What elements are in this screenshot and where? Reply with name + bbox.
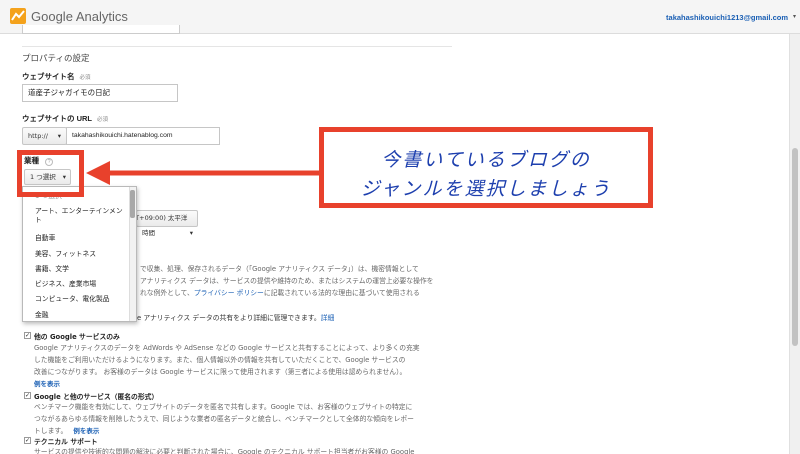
option-description: サービスの提供や技術的な問題の解決に必要と判断された場合に、Google のテク… bbox=[34, 448, 415, 454]
checkbox-tech-support[interactable]: ✓ bbox=[24, 437, 31, 444]
annotation-highlight-box bbox=[17, 150, 84, 197]
dropdown-option[interactable]: 金融 bbox=[35, 311, 127, 320]
option-label[interactable]: 他の Google サービスのみ bbox=[34, 331, 120, 341]
dropdown-option[interactable]: 自動車 bbox=[35, 234, 127, 243]
dropdown-option[interactable]: ビジネス、産業市場 bbox=[35, 280, 127, 289]
learn-more-link[interactable]: 詳細 bbox=[321, 314, 335, 322]
data-sharing-text: で収集、処理、保存されるデータ（「Google アナリティクス データ」）は、機… bbox=[140, 265, 419, 273]
account-name-input[interactable] bbox=[22, 25, 180, 34]
required-tag: 必須 bbox=[79, 75, 91, 81]
dropdown-option[interactable]: 美容、フィットネス bbox=[35, 250, 127, 259]
dropdown-option[interactable]: コンピュータ、電化製品 bbox=[35, 295, 127, 304]
manage-sharing-text-part: e アナリティクス データの共有をより詳細に管理できます。 bbox=[137, 314, 321, 322]
data-sharing-text-part: れな例外として、 bbox=[140, 289, 194, 297]
option-description: した機能をご利用いただけるようになります。また、個人情報以外の情報を共有していた… bbox=[34, 356, 406, 364]
section-divider bbox=[22, 46, 452, 47]
annotation-text: 今書いているブログの bbox=[381, 149, 591, 171]
chevron-down-icon: ▾ bbox=[57, 132, 61, 140]
dropdown-option[interactable]: 書籍、文学 bbox=[35, 265, 127, 274]
data-sharing-text: れな例外として、プライバシー ポリシーに記載されている法的な理由に基づいて使用さ… bbox=[140, 287, 420, 300]
protocol-select[interactable]: http:// ▾ bbox=[22, 127, 67, 145]
website-url-input[interactable]: takahashikouichi.hatenablog.com bbox=[66, 127, 220, 145]
data-sharing-text: アナリティクス データは、サービスの提供や維持のため、またはシステムの運営上必要… bbox=[140, 277, 434, 285]
timezone-select[interactable]: (GMT+09:00) 太平洋時間 ▾ bbox=[122, 210, 198, 237]
required-tag: 必須 bbox=[97, 117, 109, 123]
annotation-arrow-icon bbox=[86, 161, 320, 185]
app-title[interactable]: Google Analytics bbox=[31, 9, 128, 24]
option-description: つながるあらゆる情報を削除したうえで、同じような業者の匿名データと統合し、ベンチ… bbox=[34, 415, 414, 423]
checkbox-benchmark[interactable]: ✓ bbox=[24, 392, 31, 399]
option-description: 改善につながります。 お客様のデータは Google サービスに限って使用されま… bbox=[34, 368, 407, 376]
website-name-input[interactable]: 道産子ジャガイモの日記 bbox=[22, 84, 178, 102]
option-description-part: トします。 bbox=[34, 427, 68, 435]
website-url-label-text: ウェブサイトの URL bbox=[22, 114, 92, 123]
show-example-link[interactable]: 例を表示 bbox=[73, 427, 99, 435]
property-settings-title: プロパティの設定 bbox=[22, 53, 90, 63]
option-label[interactable]: テクニカル サポート bbox=[34, 436, 98, 446]
checkbox-google-services[interactable]: ✓ bbox=[24, 332, 31, 339]
analytics-logo-icon[interactable] bbox=[9, 7, 27, 25]
page-scrollbar-thumb[interactable] bbox=[792, 148, 798, 346]
chevron-down-icon[interactable]: ▾ bbox=[793, 13, 796, 20]
show-example-link[interactable]: 例を表示 bbox=[34, 378, 60, 388]
chevron-down-icon: ▾ bbox=[189, 229, 193, 237]
option-label[interactable]: Google と他のサービス（匿名の形式） bbox=[34, 391, 158, 401]
annotation-text: ジャンルを選択しましょう bbox=[360, 178, 612, 200]
option-description: ベンチマーク機能を有効にして、ウェブサイトのデータを匿名で共有します。Googl… bbox=[34, 403, 413, 411]
website-url-label: ウェブサイトの URL 必須 bbox=[22, 113, 108, 124]
manage-sharing-text: e アナリティクス データの共有をより詳細に管理できます。詳細 bbox=[137, 312, 334, 325]
data-sharing-text-part: に記載されている法的な理由に基づいて使用される bbox=[263, 289, 420, 297]
website-name-label: ウェブサイト名 必須 bbox=[22, 71, 91, 82]
dropdown-option[interactable]: アート、エンターテインメント bbox=[35, 207, 127, 225]
protocol-value: http:// bbox=[28, 132, 48, 140]
option-description: Google アナリティクスのデータを AdWords や AdSense など… bbox=[34, 344, 420, 352]
privacy-policy-link[interactable]: プライバシー ポリシー bbox=[194, 289, 264, 297]
website-name-label-text: ウェブサイト名 bbox=[22, 72, 75, 81]
dropdown-scrollbar-thumb[interactable] bbox=[130, 190, 135, 218]
account-email[interactable]: takahashikouichi1213@gmail.com bbox=[666, 13, 788, 22]
